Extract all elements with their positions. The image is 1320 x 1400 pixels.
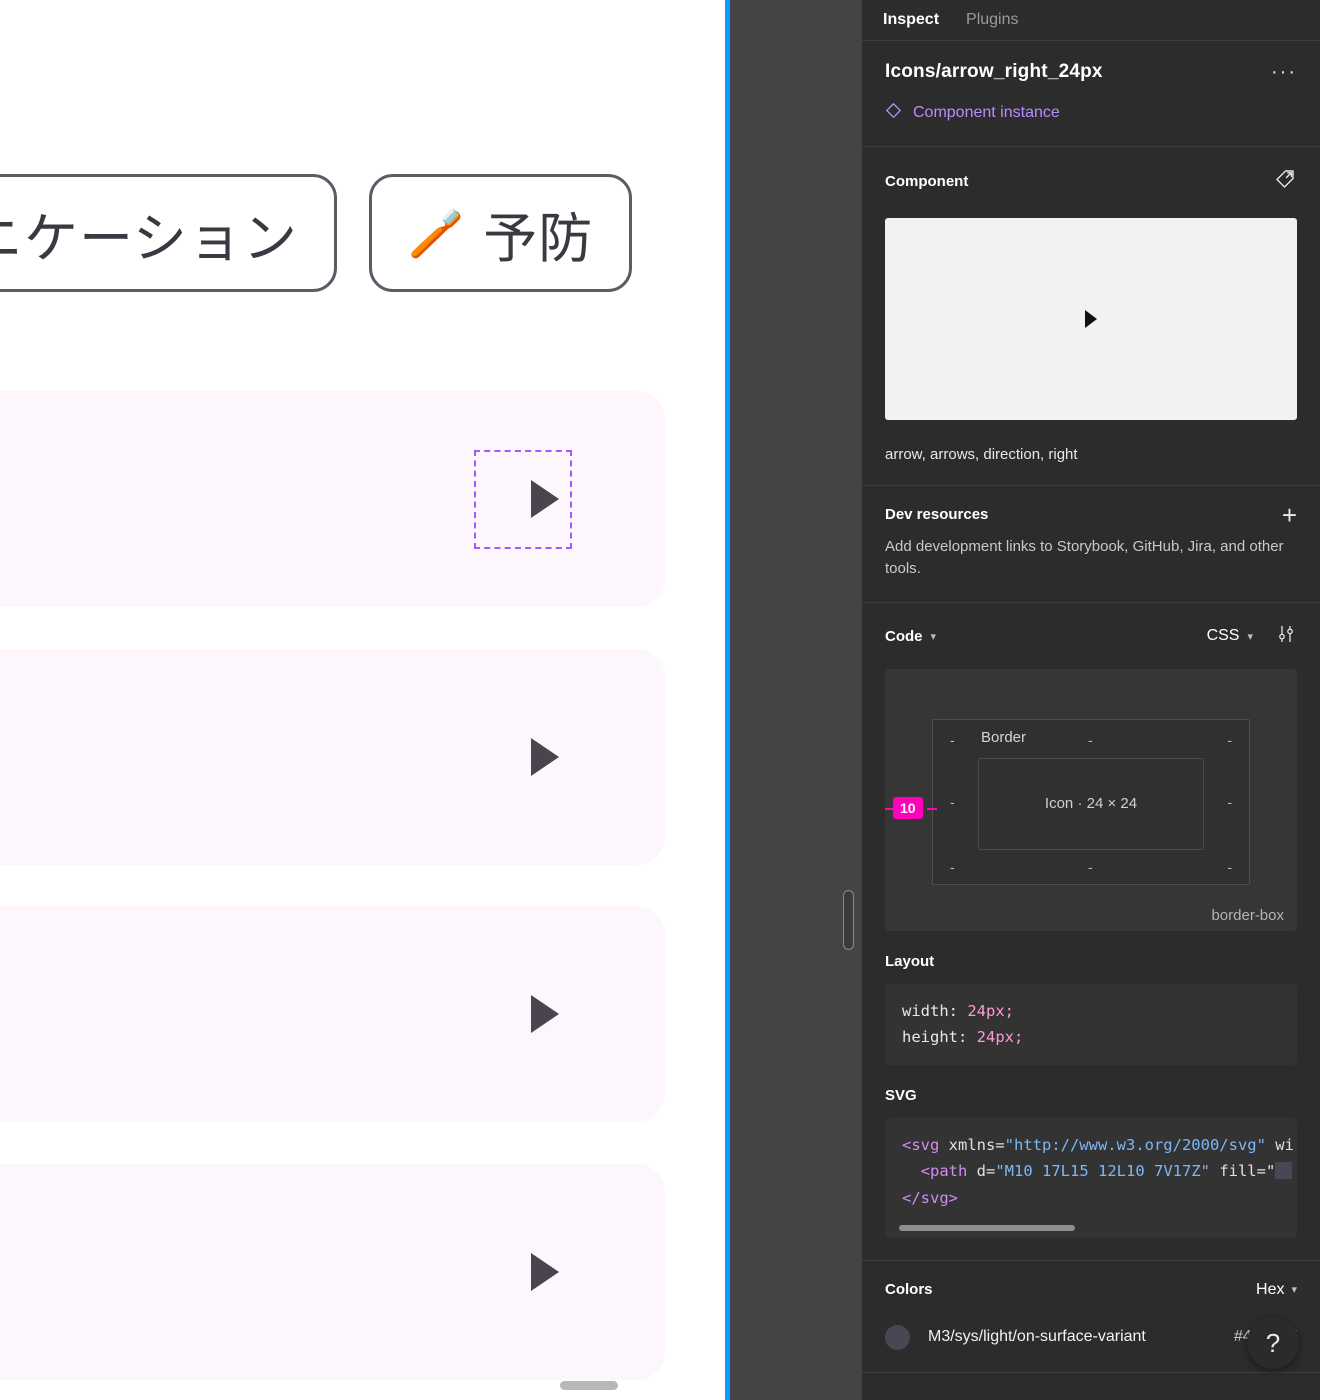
panel-tabs: Inspect Plugins [862,0,1320,41]
svg-attr: d= [967,1162,996,1181]
svg-tag: <svg [902,1135,940,1154]
component-instance-label: Component instance [913,104,1060,121]
arrow-right-icon[interactable] [521,733,569,781]
tab-inspect[interactable]: Inspect [883,11,939,29]
svg-attr-value: "http://www.w3.org/2000/svg" [1004,1135,1266,1154]
svg-attr: wi [1265,1135,1294,1154]
chip-communication[interactable]: ニケーション [0,174,337,292]
css-property: height: [902,1028,968,1047]
toothbrush-emoji-icon: 🪥 [407,207,466,259]
box-model-border-box: Border - - - - - - - - Icon · 24 × 24 [932,718,1250,885]
arrow-right-icon[interactable] [521,1248,569,1296]
more-options-icon[interactable]: ··· [1271,61,1297,82]
node-header-section: Icons/arrow_right_24px ··· Component ins… [862,41,1320,147]
component-heading: Component [885,173,969,190]
dev-resources-heading: Dev resources [885,506,989,523]
code-heading: Code [885,627,923,645]
code-language-select[interactable]: CSS ▾ [1207,627,1253,645]
box-model-dash: - [1227,858,1232,875]
code-language-label: CSS [1206,627,1240,644]
selection-outline[interactable] [474,450,572,549]
box-model-content-box: Icon · 24 × 24 [978,757,1204,850]
code-section: Code ▾ CSS ▾ Border - - - - - - - - Icon… [862,603,1320,1261]
css-property: width: [902,1001,958,1020]
dev-resources-section: Dev resources + Add development links to… [862,486,1320,603]
box-model-diagram: Border - - - - - - - - Icon · 24 × 24 10… [885,668,1297,931]
help-button[interactable]: ? [1247,1317,1299,1369]
box-model-size-label: Icon · 24 × 24 [1044,795,1138,812]
figma-dev-mode-window: ニケーション 🪥 予防 Inspect Plugins Icons/arrow_… [0,0,1320,1400]
list-item[interactable] [0,906,665,1122]
page-title: Icons/arrow_right_24px [885,61,1103,82]
design-canvas[interactable]: ニケーション 🪥 予防 [0,0,726,1400]
plus-icon[interactable]: + [1282,502,1297,528]
svg-tag: </svg> [902,1189,958,1208]
layout-code-block[interactable]: width: 24px; height: 24px; [885,983,1297,1065]
svg-attr: xmlns= [939,1135,1005,1154]
arrow-right-icon [1085,310,1097,328]
css-value: 24px; [967,1001,1015,1020]
chevron-down-icon[interactable]: ▾ [931,630,937,643]
measure-tick-right [927,807,937,810]
box-model-dash: - [950,793,955,810]
component-keywords: arrow, arrows, direction, right [885,446,1078,463]
chip-prevention[interactable]: 🪥 予防 [368,174,633,292]
inline-color-swatch [1275,1162,1293,1180]
chip-label: 予防 [483,206,594,270]
box-sizing-label: border-box [1211,906,1284,924]
colors-heading: Colors [885,1281,933,1299]
svg-code-block[interactable]: <svg xmlns="http://www.w3.org/2000/svg" … [885,1117,1297,1238]
box-model-border-label: Border [981,728,1027,746]
color-swatch [885,1324,910,1350]
go-to-component-icon[interactable] [1273,167,1297,196]
component-instance-row[interactable]: Component instance [885,102,1297,124]
panel-resize-handle[interactable] [843,890,854,950]
box-model-dash: - [1088,731,1093,748]
dev-resources-description: Add development links to Storybook, GitH… [885,538,1284,577]
canvas-horizontal-scrollbar[interactable] [560,1381,618,1390]
box-model-dash: - [950,858,955,875]
measure-badge: 10 [893,796,923,819]
list-item[interactable] [0,1164,665,1380]
box-model-dash: - [950,731,955,748]
sliders-icon[interactable] [1275,623,1297,650]
component-preview[interactable] [885,218,1297,420]
svg-attr: fill=" [1209,1162,1276,1181]
svg-attr-value: "M10 17L15 12L10 7V17Z" [995,1162,1210,1181]
color-format-label: Hex [1256,1280,1285,1298]
layout-heading: Layout [885,952,935,970]
list-item[interactable] [0,649,665,865]
code-horizontal-scrollbar[interactable] [899,1224,1075,1231]
diamond-icon [885,102,902,124]
color-format-select[interactable]: Hex ▾ [1256,1281,1297,1299]
color-token-row[interactable]: M3/sys/light/on-surface-variant #49454F [885,1324,1297,1350]
box-model-dash: - [1227,793,1232,810]
svg-heading: SVG [885,1086,917,1104]
inspect-panel: Inspect Plugins Icons/arrow_right_24px ·… [862,0,1320,1400]
tab-plugins[interactable]: Plugins [966,11,1018,29]
color-token-name: M3/sys/light/on-surface-variant [928,1328,1146,1346]
css-value: 24px; [976,1028,1024,1047]
box-model-dash: - [1227,731,1232,748]
arrow-right-icon[interactable] [521,990,569,1038]
chip-label: ニケーション [0,206,298,270]
component-section: Component arrow, arrows, direction, righ… [862,147,1320,486]
chevron-down-icon: ▾ [1247,630,1253,643]
chip-row: ニケーション 🪥 予防 [0,174,633,292]
chevron-down-icon: ▾ [1291,1284,1297,1297]
svg-tag: <path [920,1162,968,1181]
canvas-gutter [730,0,862,1400]
box-model-dash: - [1088,858,1093,875]
